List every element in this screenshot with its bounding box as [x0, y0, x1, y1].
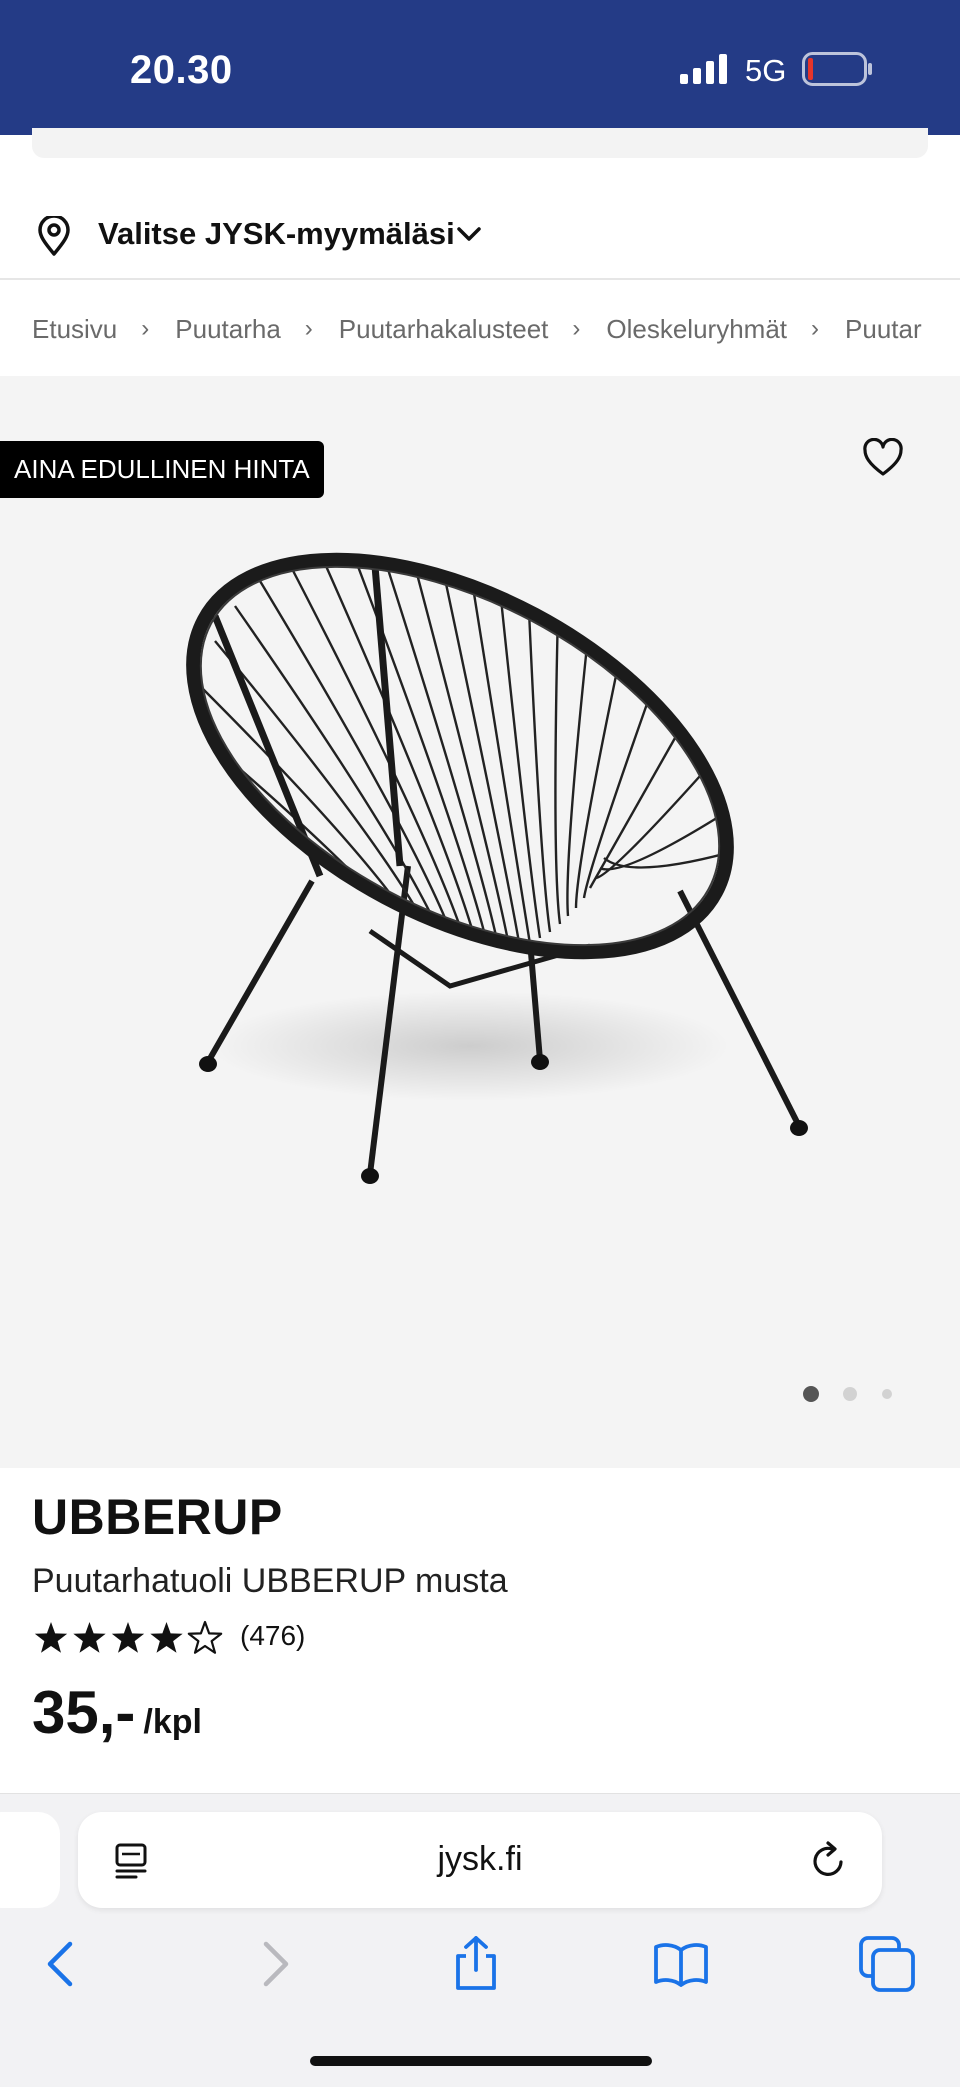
status-time: 20.30 [130, 48, 233, 92]
search-strip [32, 128, 928, 158]
review-count[interactable]: (476) [240, 1620, 305, 1652]
chevron-down-icon [457, 227, 481, 241]
star-filled-icon [150, 1622, 183, 1653]
tabs-icon[interactable] [857, 1934, 917, 1994]
price-unit: /kpl [143, 1703, 202, 1741]
carousel-dot-active[interactable] [803, 1386, 819, 1402]
breadcrumb-item-puutarha[interactable]: Puutarha [175, 314, 281, 345]
carousel-dot[interactable] [882, 1389, 892, 1399]
breadcrumb-separator: › [572, 315, 581, 343]
browser-chrome: jysk.fi [0, 1793, 960, 2087]
star-empty-icon [187, 1620, 223, 1654]
promo-badge: AINA EDULLINEN HINTA [0, 441, 324, 498]
back-icon[interactable] [32, 1934, 92, 1994]
breadcrumb-item-puutarhakalusteet[interactable]: Puutarhakalusteet [339, 314, 549, 345]
previous-tab-card[interactable] [0, 1812, 60, 1908]
breadcrumb: Etusivu › Puutarha › Puutarhakalusteet › Olesk… [32, 312, 922, 345]
breadcrumb-separator: › [304, 315, 313, 343]
share-icon[interactable] [446, 1934, 506, 1994]
price-value: 35,- [32, 1679, 136, 1746]
breadcrumb-item-etusivu[interactable]: Etusivu [32, 314, 117, 345]
product-price: 35,-/kpl [32, 1678, 202, 1747]
store-selector-label: Valitse JYSK-myymäläsi [98, 216, 455, 251]
product-photo-chair [184, 537, 808, 1184]
address-bar[interactable]: jysk.fi [78, 1812, 882, 1908]
breadcrumb-separator: › [141, 315, 150, 343]
breadcrumb-item-oleskeluryhmat[interactable]: Oleskeluryhmät [606, 314, 787, 345]
forward-icon[interactable] [244, 1934, 304, 1994]
store-selector[interactable]: Valitse JYSK-myymäläsi [0, 200, 960, 280]
product-brand: UBBERUP [32, 1489, 283, 1545]
home-indicator[interactable] [310, 2056, 652, 2066]
signal-icon [680, 54, 727, 84]
network-label: 5G [745, 53, 787, 88]
reload-icon[interactable] [810, 1840, 848, 1880]
battery-icon [802, 52, 872, 86]
url-text: jysk.fi [437, 1840, 523, 1878]
status-bar: 20.30 5G [0, 0, 960, 135]
star-filled-icon [34, 1622, 68, 1653]
star-rating-icon [34, 1620, 223, 1654]
product-image-gallery[interactable]: AINA EDULLINEN HINTA [0, 376, 960, 1468]
pin-icon [38, 216, 70, 256]
breadcrumb-separator: › [811, 315, 820, 343]
bookmarks-icon[interactable] [651, 1934, 711, 1994]
heart-icon[interactable] [862, 438, 904, 478]
star-filled-icon [111, 1622, 145, 1653]
star-filled-icon [73, 1622, 106, 1653]
breadcrumb-item-puutarhatuolit[interactable]: Puutar [845, 314, 922, 345]
product-name: Puutarhatuoli UBBERUP musta [32, 1562, 508, 1600]
carousel-dot[interactable] [843, 1387, 857, 1401]
